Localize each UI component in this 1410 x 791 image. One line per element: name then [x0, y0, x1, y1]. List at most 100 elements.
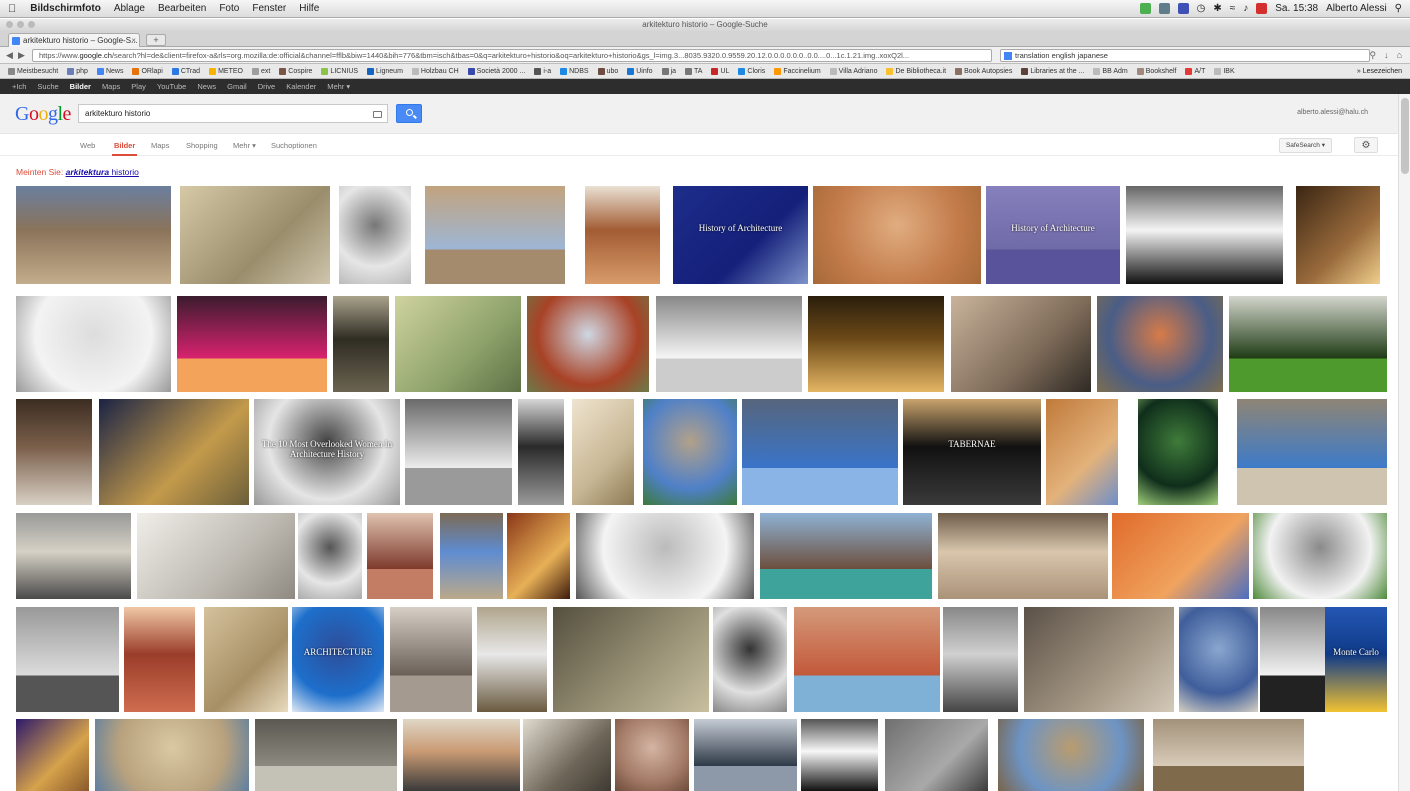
image-result-modern-complex[interactable]	[1253, 513, 1387, 599]
scrollbar-thumb[interactable]	[1401, 98, 1409, 174]
flag-icon[interactable]	[1256, 3, 1268, 14]
image-result-cloister[interactable]	[1296, 186, 1380, 284]
image-result-instruments[interactable]	[1153, 719, 1304, 791]
image-result-white-model[interactable]	[137, 513, 295, 599]
image-result-palace-fine-arts[interactable]	[585, 186, 660, 284]
menu-item[interactable]: Hilfe	[299, 3, 319, 14]
image-result-folded-paper[interactable]	[405, 399, 512, 505]
bookmark-item[interactable]: Meistbesucht	[8, 67, 58, 75]
gbar-link[interactable]: Suche	[37, 82, 58, 91]
image-result-cathedral-red[interactable]	[367, 513, 433, 599]
bookmark-item[interactable]: De Bibliotheca.it	[886, 67, 946, 75]
image-result-open-book[interactable]	[16, 513, 131, 599]
image-result-cathedral-blue[interactable]	[440, 513, 503, 599]
bookmark-item[interactable]: i-a	[534, 67, 551, 75]
image-result-amphitheater[interactable]	[885, 719, 988, 791]
gbar-link[interactable]: Gmail	[227, 82, 247, 91]
image-result-petra[interactable]	[1046, 399, 1118, 505]
gbar-link[interactable]: Drive	[258, 82, 276, 91]
image-result-church-brick[interactable]	[760, 513, 932, 599]
tab-bilder[interactable]: Bilder	[111, 141, 138, 156]
gbar-link[interactable]: Mehr ▾	[327, 82, 350, 91]
bookmark-item[interactable]: Libraries at the ...	[1021, 67, 1084, 75]
tab-suchoptionen[interactable]: Suchoptionen	[271, 141, 317, 150]
image-result-colorful-city[interactable]	[1097, 296, 1223, 392]
gbar-link[interactable]: News	[197, 82, 216, 91]
timemachine-icon[interactable]: ◷	[1197, 3, 1206, 14]
safesearch-dropdown[interactable]: SafeSearch ▾	[1278, 138, 1332, 153]
google-logo[interactable]: Google	[15, 103, 71, 126]
gbar-link[interactable]: Kalender	[286, 82, 316, 91]
image-result-pyramids-sunset[interactable]	[1112, 513, 1249, 599]
image-result-yellow-book[interactable]: Monte Carlo	[1325, 607, 1387, 712]
bookmark-item[interactable]: ORlapi	[132, 67, 163, 75]
bookmark-item[interactable]: php	[67, 67, 88, 75]
image-result-greek-temple-dusk[interactable]	[99, 399, 249, 505]
image-result-sagrada-familia[interactable]	[390, 607, 472, 712]
bookmark-item[interactable]: ext	[251, 67, 270, 75]
bookmark-item[interactable]: ja	[661, 67, 676, 75]
bookmark-item[interactable]: ubo	[597, 67, 618, 75]
bookmark-item[interactable]: Bookshelf	[1136, 67, 1176, 75]
menu-item[interactable]: Fenster	[252, 3, 286, 14]
back-icon[interactable]: ◀	[6, 50, 13, 61]
image-result-architecture-book[interactable]: ARCHITECTURE	[292, 607, 384, 712]
image-result-office-building[interactable]	[1179, 607, 1258, 712]
bookmark-item[interactable]: LICNIUS	[321, 67, 358, 75]
dropbox-icon[interactable]	[1177, 3, 1189, 14]
tab-mehr[interactable]: Mehr ▾	[233, 141, 256, 150]
camera-search-icon[interactable]	[373, 111, 382, 118]
wifi-icon[interactable]: ≈	[1230, 3, 1236, 14]
image-result-woman-portrait[interactable]	[298, 513, 362, 599]
gbar-link[interactable]: YouTube	[157, 82, 186, 91]
new-tab-button[interactable]: +	[146, 34, 166, 46]
volume-icon[interactable]: ♪	[1243, 3, 1248, 14]
bookmark-item[interactable]: BB Adm	[1093, 67, 1128, 75]
search-button[interactable]	[396, 104, 422, 123]
image-result-red-arches[interactable]	[124, 607, 195, 712]
close-window-button[interactable]	[6, 21, 13, 28]
bookmark-item[interactable]: Ligneum	[367, 67, 403, 75]
gear-icon[interactable]: ⚙	[1354, 137, 1378, 153]
image-result-women-portraits[interactable]: The 10 Most Overlooked Women In Architec…	[254, 399, 400, 505]
image-result-parthenon[interactable]	[1237, 399, 1387, 505]
spotlight-icon[interactable]: ⚲	[1395, 3, 1402, 14]
did-you-mean-link[interactable]: arkitektura historio	[66, 167, 139, 177]
image-result-old-photo[interactable]	[523, 719, 611, 791]
image-result-ornament[interactable]	[615, 719, 689, 791]
search-input[interactable]: arkitekturo historio	[78, 104, 388, 123]
image-result-stonehenge[interactable]	[177, 296, 327, 392]
url-field[interactable]: https://www.google.ch/search?hl=de&clien…	[32, 49, 992, 62]
image-result-history-slide-purple[interactable]: History of Architecture	[986, 186, 1120, 284]
tab-maps[interactable]: Maps	[151, 141, 169, 150]
image-result-baroque-facade[interactable]	[808, 296, 944, 392]
image-result-axonometric[interactable]	[656, 296, 802, 392]
tab-web[interactable]: Web	[80, 141, 95, 150]
bookmark-item[interactable]: A/T	[1185, 67, 1205, 75]
bookmark-item[interactable]: News	[96, 67, 123, 75]
scrollbar[interactable]	[1398, 94, 1410, 791]
browser-tab[interactable]: arkitekturo historio – Google-S... ×	[8, 33, 140, 47]
bookmark-item[interactable]: METEO	[209, 67, 243, 75]
image-result-acropolis[interactable]	[425, 186, 565, 284]
image-result-ruins-people[interactable]	[95, 719, 249, 791]
gbar-link[interactable]: Play	[131, 82, 146, 91]
menu-item[interactable]: Bearbeiten	[158, 3, 206, 14]
account-link[interactable]: alberto.alessi@halu.ch	[1297, 109, 1368, 116]
image-result-elderly-woman[interactable]	[16, 607, 119, 712]
backup-icon[interactable]	[1158, 3, 1170, 14]
image-result-pagoda[interactable]	[527, 296, 649, 392]
image-result-marble-feet[interactable]	[1229, 296, 1387, 392]
bookmark-item[interactable]: Uinfo	[627, 67, 653, 75]
image-result-pyramids-haze[interactable]	[180, 186, 330, 284]
image-result-stair-drawing[interactable]	[16, 399, 92, 505]
tab-shopping[interactable]: Shopping	[186, 141, 218, 150]
image-result-history-slide-blue[interactable]: History of Architecture	[673, 186, 808, 284]
image-result-woman-bw-2[interactable]	[713, 607, 787, 712]
zoom-window-button[interactable]	[28, 21, 35, 28]
gbar-link[interactable]: Maps	[102, 82, 120, 91]
bookmarks-menu[interactable]: » Lesezeichen	[1357, 68, 1402, 75]
gbar-link[interactable]: Bilder	[70, 82, 91, 91]
image-result-two-men[interactable]	[943, 607, 1018, 712]
image-result-sketch-collage[interactable]	[339, 186, 411, 284]
